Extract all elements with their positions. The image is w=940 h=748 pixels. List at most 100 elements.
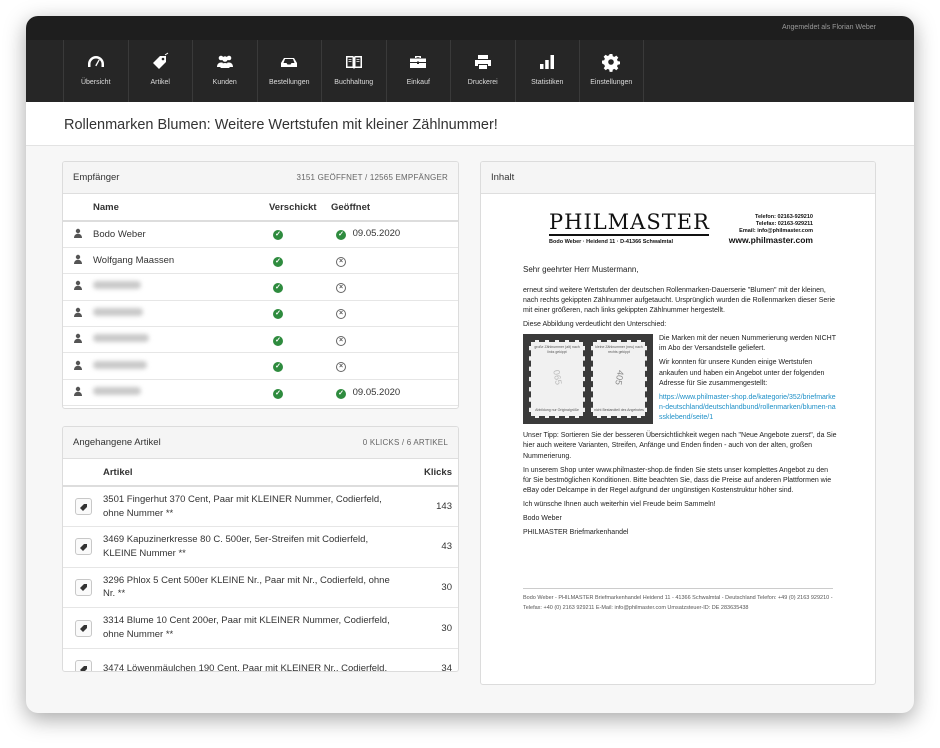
app-window: Angemeldet als Florian Weber Übersicht A… — [26, 16, 914, 713]
page-title-bar: Rollenmarken Blumen: Weitere Wertstufen … — [26, 102, 914, 146]
nav-kunden[interactable]: Kunden — [192, 40, 257, 102]
check-icon: ✓ — [273, 309, 283, 320]
redacted-name — [93, 360, 147, 369]
email-paragraph: In unserem Shop unter www.philmaster-sho… — [523, 466, 832, 494]
nav-statistiken[interactable]: Statistiken — [514, 40, 580, 102]
email-paragraph: erneut sind weitere Wertstufen der deuts… — [523, 286, 836, 314]
content-title: Inhalt — [491, 172, 515, 183]
sent-cell: ✓ — [269, 273, 331, 301]
nav-label: Artikel — [150, 79, 170, 86]
article-tag-button[interactable] — [75, 578, 92, 596]
nav-uebersicht[interactable]: Übersicht — [63, 40, 128, 102]
nav-einstellungen[interactable]: Einstellungen — [579, 40, 644, 102]
check-icon: ✓ — [273, 388, 283, 399]
nav-label: Einkauf — [406, 79, 430, 86]
stamp-section: große Zählnummer (alt) nach links gekipp… — [523, 334, 837, 427]
icon-column-header — [63, 459, 103, 487]
not-opened-icon: × — [336, 282, 346, 293]
article-tag-button[interactable] — [75, 538, 92, 556]
redacted-name — [93, 387, 141, 396]
recipient-row[interactable]: Bodo Weber ✓ ✓ 09.05.2020 — [63, 221, 458, 248]
nav-druckerei[interactable]: Druckerei — [450, 40, 515, 102]
nav-label: Übersicht — [80, 79, 111, 86]
nav-label: Einstellungen — [590, 79, 633, 86]
articles-header: Angehangene Artikel 0 KLICKS / 6 ARTIKEL — [63, 427, 458, 459]
recipient-row[interactable]: ✓ × — [63, 352, 458, 380]
person-cell — [63, 273, 93, 301]
opened-date: 09.05.2020 — [352, 386, 401, 398]
email-body: Sehr geehrter Herr Mustermann, erneut si… — [523, 264, 837, 543]
article-row[interactable]: 3474 Löwenmäulchen 190 Cent, Paar mit KL… — [63, 648, 458, 671]
recipient-row[interactable]: ✓ × — [63, 326, 458, 354]
article-row[interactable]: 3314 Blume 10 Cent 200er, Paar mit KLEIN… — [63, 607, 458, 649]
letterhead-fax: Telefax: 02163-929211 — [755, 221, 813, 227]
stamp-old: große Zählnummer (alt) nach links gekipp… — [529, 340, 585, 419]
tag-icon — [153, 52, 169, 69]
nav-label: Statistiken — [531, 79, 564, 86]
article-row[interactable]: 3501 Fingerhut 370 Cent, Paar mit KLEINE… — [63, 486, 458, 528]
article-column-header[interactable]: Artikel — [103, 459, 408, 487]
person-cell — [63, 221, 93, 248]
tag-cell — [63, 567, 103, 609]
person-icon — [74, 254, 82, 265]
recipient-row[interactable]: Wolfgang Maassen ✓ × — [63, 247, 458, 275]
main-nav: Übersicht Artikel Kunden Bestellungen Bu… — [26, 40, 914, 102]
article-tag-button[interactable] — [75, 498, 92, 516]
opened-column-header[interactable]: Geöffnet — [331, 194, 458, 222]
shop-link[interactable]: https://www.philmaster-shop.de/kategorie… — [659, 393, 837, 423]
logged-in-label: Angemeldet als Florian Weber — [781, 24, 876, 31]
stamp-comparison-image: große Zählnummer (alt) nach links gekipp… — [523, 334, 653, 425]
person-cell — [63, 379, 93, 407]
article-tag-button[interactable] — [75, 660, 92, 671]
email-paragraph: Ich wünsche Ihnen auch weiterhin viel Fr… — [523, 501, 716, 509]
opened-cell: × — [331, 352, 458, 380]
tag-icon — [79, 584, 87, 592]
recipient-row[interactable]: ✓ × — [63, 273, 458, 301]
article-name: 3469 Kapuzinerkresse 80 C. 500er, 5er-St… — [103, 526, 408, 568]
nav-artikel[interactable]: Artikel — [127, 40, 193, 102]
name-cell: Bodo Weber — [93, 221, 269, 248]
check-icon: ✓ — [336, 388, 346, 399]
article-row[interactable]: 3296 Phlox 5 Cent 500er KLEINE Nr., Paar… — [63, 567, 458, 609]
opened-cell: × — [331, 326, 458, 354]
article-tag-button[interactable] — [75, 619, 92, 637]
email-signature-name: Bodo Weber — [523, 515, 562, 523]
letterhead-address: Bodo Weber · Heidend 11 · D-41366 Schwal… — [549, 239, 673, 245]
clicks-column-header[interactable]: Klicks — [408, 459, 458, 487]
article-clicks: 30 — [408, 607, 458, 649]
article-clicks: 30 — [408, 567, 458, 609]
articles-count: 0 KLICKS / 6 ARTIKEL — [362, 438, 448, 447]
not-opened-icon: × — [336, 335, 346, 346]
nav-bestellungen[interactable]: Bestellungen — [256, 40, 322, 102]
article-clicks: 143 — [408, 486, 458, 528]
sent-cell: ✓ — [269, 300, 331, 328]
email-paragraph: Diese Abbildung verdeutlicht den Untersc… — [523, 321, 667, 329]
opened-cell: × — [331, 247, 458, 275]
letterhead-email: Email: info@philmaster.com — [739, 228, 813, 234]
opened-cell: × — [331, 300, 458, 328]
not-opened-icon: × — [336, 256, 346, 267]
tag-cell — [63, 607, 103, 649]
tag-icon — [79, 625, 87, 633]
tag-icon — [79, 665, 87, 671]
nav-buchhaltung[interactable]: Buchhaltung — [321, 40, 386, 102]
icon-column-header — [63, 194, 93, 222]
article-row[interactable]: 3469 Kapuzinerkresse 80 C. 500er, 5er-St… — [63, 526, 458, 568]
sent-column-header[interactable]: Verschickt — [269, 194, 331, 222]
stamp-caption: nicht Bestandteil des Angebotes — [594, 408, 644, 413]
recipient-row[interactable]: ✓ ✓ 09.05.2020 — [63, 379, 458, 407]
articles-title: Angehangene Artikel — [73, 437, 161, 448]
person-icon — [74, 307, 82, 317]
redacted-name — [93, 281, 141, 290]
nav-label: Druckerei — [467, 79, 498, 86]
recipients-table: Name Verschickt Geöffnet Bodo Weber ✓ ✓ … — [63, 194, 458, 407]
tag-icon — [79, 543, 87, 551]
name-cell — [93, 300, 269, 328]
sent-cell: ✓ — [269, 221, 331, 248]
recipient-row[interactable]: ✓ × — [63, 300, 458, 328]
stamp-number: 065 — [551, 369, 564, 386]
person-cell — [63, 300, 93, 328]
name-column-header[interactable]: Name — [93, 194, 269, 222]
nav-einkauf[interactable]: Einkauf — [385, 40, 451, 102]
inbox-icon — [281, 58, 298, 67]
